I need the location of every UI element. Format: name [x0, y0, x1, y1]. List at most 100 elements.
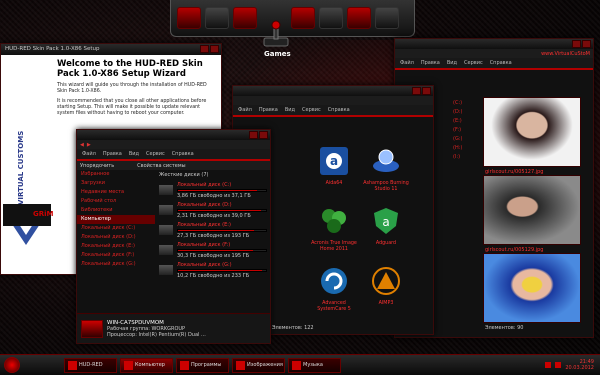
image-thumbnail[interactable] — [483, 97, 581, 167]
menu-help[interactable]: Справка — [328, 107, 350, 113]
menu-file[interactable]: Файл — [400, 60, 414, 66]
back-icon[interactable]: ◀ — [80, 142, 84, 148]
menu-file[interactable]: Файл — [238, 107, 252, 113]
dock-icon-3[interactable] — [233, 7, 257, 29]
hard-drive-icon — [158, 244, 174, 256]
drive-f[interactable]: Локальный диск (F:) 30,3 ГБ свободно из … — [155, 240, 270, 260]
app-aida64[interactable]: a Aida64 — [309, 146, 359, 187]
list-item[interactable]: (F:) — [449, 126, 479, 135]
menu-edit[interactable]: Правка — [259, 107, 278, 113]
menu-edit[interactable]: Правка — [421, 60, 440, 66]
minimize-button[interactable] — [249, 131, 258, 139]
list-item[interactable]: (H:) — [449, 144, 479, 153]
drive-d[interactable]: Локальный диск (D:) 2,31 ГБ свободно из … — [155, 200, 270, 220]
drive-c[interactable]: Локальный диск (C:) 3,86 ГБ свободно из … — [155, 180, 270, 200]
organize-button[interactable]: Упорядочить — [80, 163, 114, 169]
app-aimp3[interactable]: AIMP3 — [361, 266, 411, 307]
top-dock — [170, 0, 415, 37]
sidebar-item-favorites[interactable]: Избранное — [77, 170, 155, 179]
sidebar-item-downloads[interactable]: Загрузки — [77, 179, 155, 188]
drive-usage-bar — [177, 208, 267, 212]
minimize-button[interactable] — [412, 87, 421, 95]
hard-drive-icon — [158, 204, 174, 216]
sidebar-item-drive-g[interactable]: Локальный диск (G:) — [77, 260, 155, 269]
app-icon — [292, 360, 301, 370]
menu-tools[interactable]: Сервис — [464, 60, 483, 66]
close-button[interactable] — [259, 131, 268, 139]
taskbar-item[interactable]: Программы — [176, 357, 229, 373]
address-text: www.VirtualCuStoM — [541, 50, 590, 57]
list-item[interactable]: (G:) — [449, 135, 479, 144]
dock-icon-7[interactable] — [347, 7, 371, 29]
minimize-button[interactable] — [572, 40, 581, 48]
list-item[interactable]: (E:) — [449, 117, 479, 126]
games-label: Games — [264, 50, 291, 58]
list-item[interactable]: (I:) — [449, 153, 479, 162]
app-acronis[interactable]: Acronis True Image Home 2011 — [309, 206, 359, 253]
menu-file[interactable]: Файл — [82, 151, 96, 157]
forward-icon[interactable]: ▶ — [87, 142, 91, 148]
image-thumbnail[interactable] — [483, 175, 581, 245]
taskbar-item[interactable]: Компьютер — [120, 357, 173, 373]
taskbar-item[interactable]: HUD-RED — [64, 357, 117, 373]
joystick-icon[interactable] — [261, 20, 291, 48]
dock-icon-8[interactable] — [375, 7, 399, 29]
image-thumbnail[interactable] — [483, 253, 581, 323]
details-text: WIN-CA7SPDUVMOM Рабочая группа: WORKGROU… — [107, 320, 206, 338]
explorer-body: Избранное Загрузки Недавние места Рабочи… — [77, 170, 270, 280]
close-button[interactable] — [582, 40, 591, 48]
svg-text:a: a — [330, 154, 338, 168]
app-ashampoo[interactable]: Ashampoo Burning Studio 11 — [361, 146, 411, 193]
menu-help[interactable]: Справка — [172, 151, 194, 157]
drive-name: Локальный диск (F:) — [177, 241, 231, 248]
sidebar-item-libraries[interactable]: Библиотеки — [77, 206, 155, 215]
details-pane: WIN-CA7SPDUVMOM Рабочая группа: WORKGROU… — [77, 313, 270, 343]
sidebar-item-drive-d[interactable]: Локальный диск (D:) — [77, 233, 155, 242]
taskbar-item[interactable]: Изображения — [232, 357, 285, 373]
minimize-button[interactable] — [200, 45, 209, 53]
dock-icon-1[interactable] — [177, 7, 201, 29]
explorer-address-bar[interactable]: ◀ ▶ — [77, 140, 270, 149]
app-adguard[interactable]: a Adguard — [361, 206, 411, 247]
dock-icon-5[interactable] — [291, 7, 315, 29]
drive-free-space: 10,2 ГБ свободно из 233 ГБ — [177, 272, 250, 279]
drive-free-space: 30,3 ГБ свободно из 195 ГБ — [177, 252, 250, 259]
sidebar-item-drive-c[interactable]: Локальный диск (C:) — [77, 224, 155, 233]
sidebar-item-drive-f[interactable]: Локальный диск (F:) — [77, 251, 155, 260]
clock[interactable]: 21:49 20.03.2012 — [565, 359, 594, 371]
dock-icon-6[interactable] — [319, 7, 343, 29]
explorer-window-buttons — [249, 131, 268, 139]
network-icon[interactable] — [545, 362, 552, 368]
menu-help[interactable]: Справка — [490, 60, 512, 66]
sidebar-item-computer[interactable]: Компьютер — [77, 215, 155, 224]
system-properties-button[interactable]: Свойства системы — [137, 163, 185, 169]
drive-info: Локальный диск (E:) 27,3 ГБ свободно из … — [177, 222, 267, 239]
taskbar-item[interactable]: Музыка — [288, 357, 341, 373]
list-item[interactable]: (C:) — [449, 99, 479, 108]
close-button[interactable] — [422, 87, 431, 95]
sidebar-item-drive-e[interactable]: Локальный диск (E:) — [77, 242, 155, 251]
menu-edit[interactable]: Правка — [103, 151, 122, 157]
menu-view[interactable]: Вид — [285, 107, 295, 113]
volume-icon[interactable] — [555, 362, 562, 368]
app-advanced-systemcare[interactable]: Advanced SystemCare 5 — [309, 266, 359, 313]
drive-name: Локальный диск (E:) — [177, 221, 231, 228]
app-label: AIMP3 — [378, 301, 394, 306]
start-button[interactable] — [4, 357, 20, 373]
gallery-status: Элементов: 90 — [485, 325, 524, 331]
list-item[interactable]: (D:) — [449, 108, 479, 117]
menu-view[interactable]: Вид — [447, 60, 457, 66]
dock-icon-controller[interactable] — [205, 7, 229, 29]
menu-tools[interactable]: Сервис — [302, 107, 321, 113]
menu-view[interactable]: Вид — [129, 151, 139, 157]
hard-drive-icon — [158, 264, 174, 276]
menu-tools[interactable]: Сервис — [146, 151, 165, 157]
drive-g[interactable]: Локальный диск (G:) 10,2 ГБ свободно из … — [155, 260, 270, 280]
app-label: Adguard — [375, 241, 397, 246]
sidebar-item-desktop[interactable]: Рабочий стол — [77, 197, 155, 206]
drive-e[interactable]: Локальный диск (E:) 27,3 ГБ свободно из … — [155, 220, 270, 240]
usage-fill — [178, 269, 263, 271]
close-button[interactable] — [210, 45, 219, 53]
sidebar-item-recent[interactable]: Недавние места — [77, 188, 155, 197]
gallery-address-bar[interactable]: www.VirtualCuStoM — [395, 49, 593, 58]
